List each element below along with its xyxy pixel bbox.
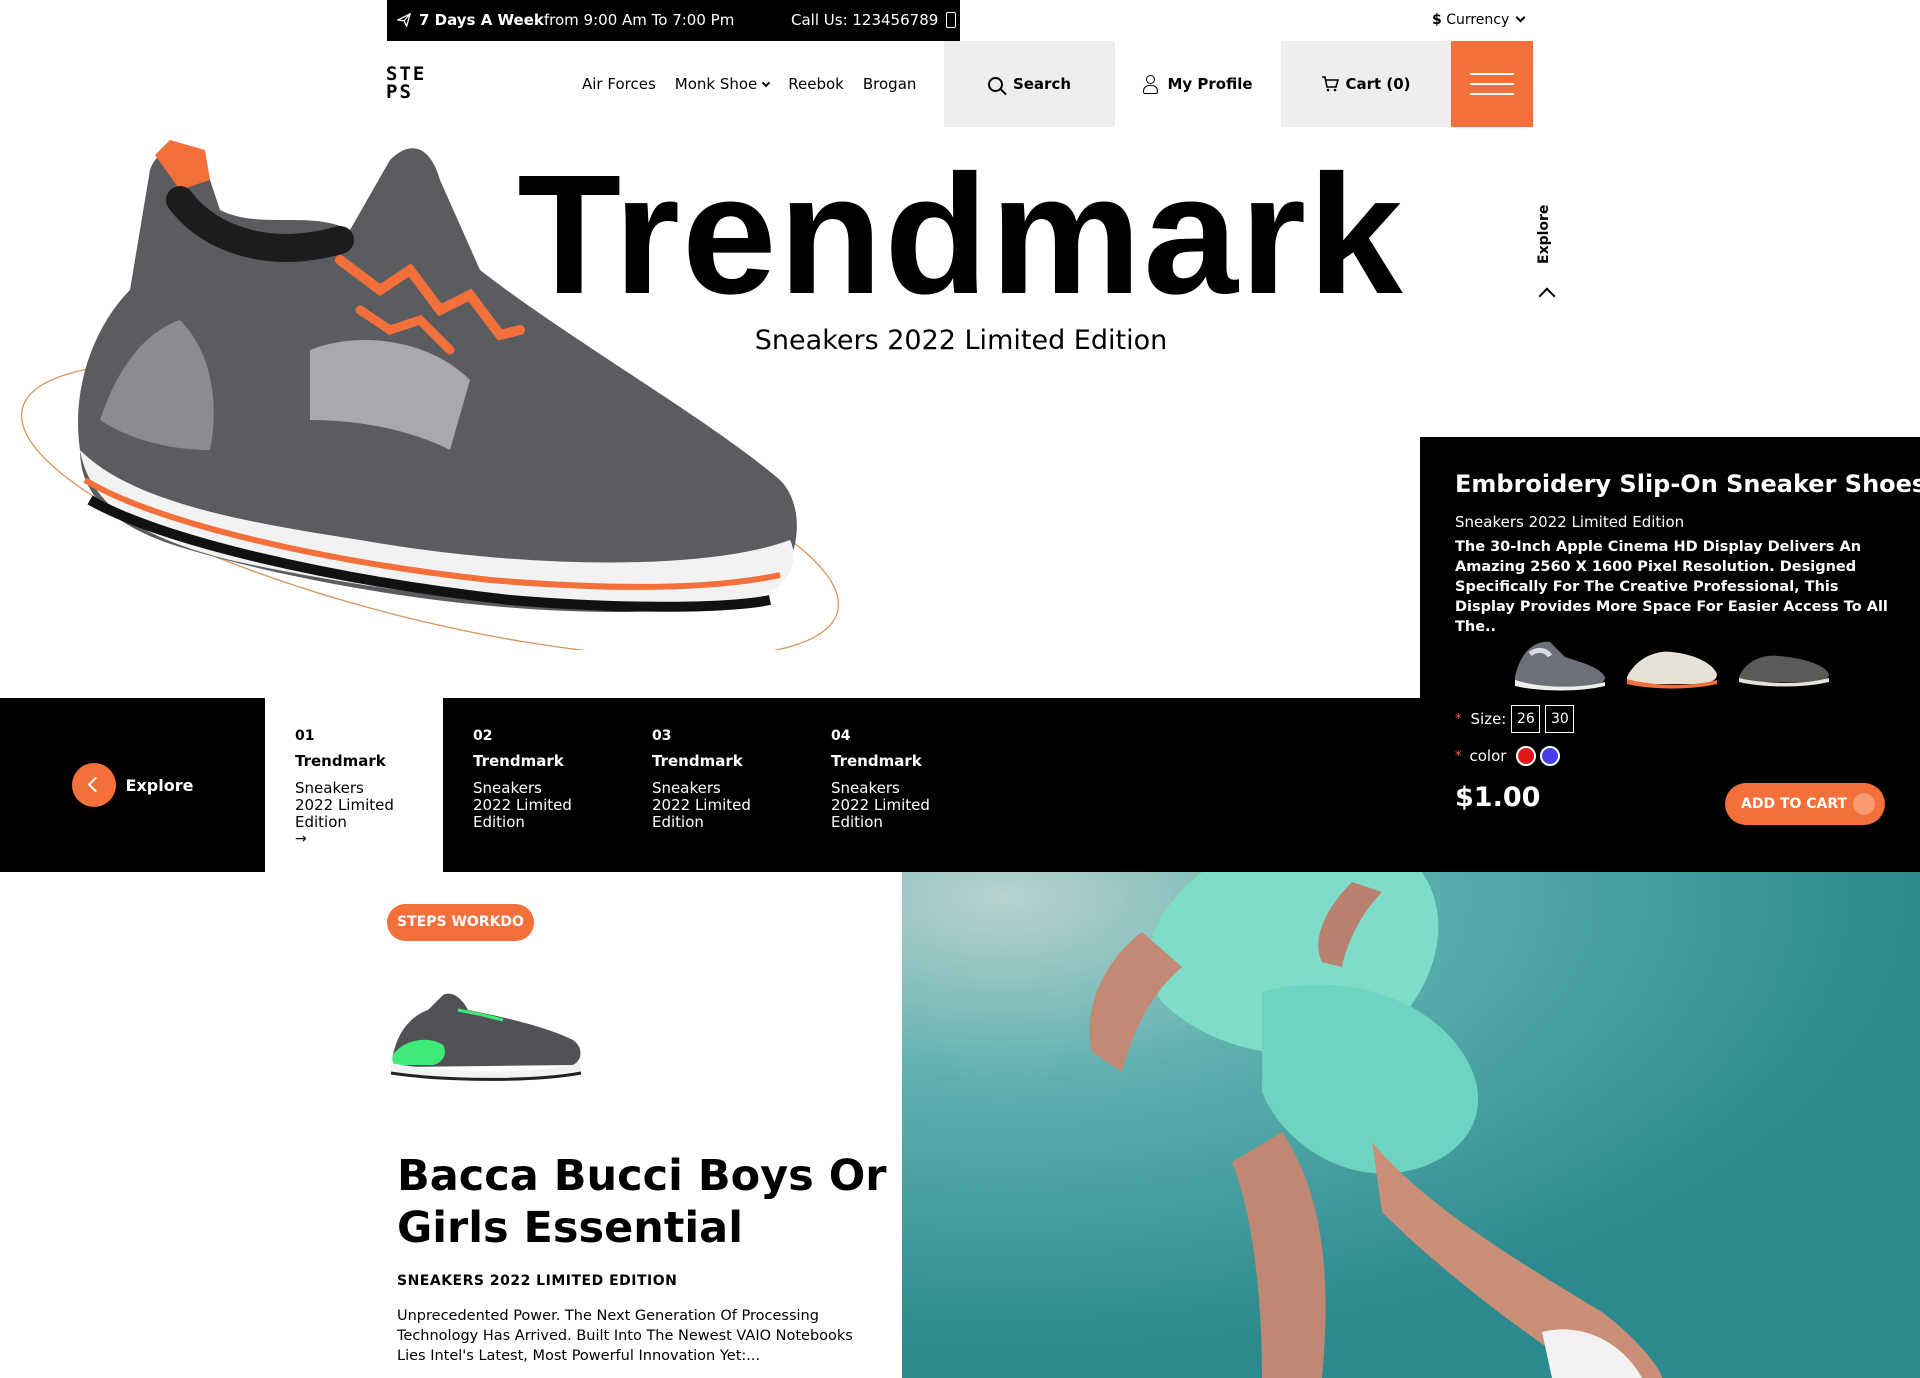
chevron-down-icon [762,78,771,88]
search-icon [987,76,1003,92]
logo[interactable]: STE PS [386,65,446,103]
slide-title: Trendmark [652,752,743,770]
product-thumbnail-1[interactable] [1510,632,1610,692]
nav-item-monk-shoe-label: Monk Shoe [674,75,758,93]
arrow-right-icon: → [295,831,307,847]
slide-tab-1[interactable]: 01 Trendmark Sneakers 2022 Limited Editi… [265,698,443,872]
color-label: color [1469,747,1507,765]
green-sneaker-image [390,993,582,1081]
cart-icon [1853,793,1875,815]
slide-description: Sneakers 2022 Limited Edition [652,779,751,831]
product-thumbnail-3[interactable] [1734,632,1834,692]
product-description: The 30-Inch Apple Cinema HD Display Deli… [1455,539,1888,635]
add-to-cart-button[interactable]: ADD TO CART [1725,783,1885,825]
product-price: $1.00 [1455,782,1541,813]
section-description: Unprecedented Power. The Next Generation… [397,1308,853,1364]
main-nav: Air Forces Monk Shoe Reebok Brogan [582,75,916,93]
nav-item-brogan[interactable]: Brogan [863,75,917,93]
nav-item-air-forces[interactable]: Air Forces [582,75,656,93]
explore-label: Explore [125,775,194,795]
phone-icon [946,12,957,28]
cart-label: Cart [1345,75,1382,93]
call-us[interactable]: Call Us: 123456789 [791,11,957,29]
explore-vertical-link[interactable]: Explore [1536,205,1552,264]
slide-number: 01 [295,728,315,744]
user-icon [1143,75,1159,94]
slide-tab-3[interactable]: 03 Trendmark Sneakers 2022 Limited Editi… [622,698,800,872]
cart-button[interactable]: Cart (0) [1281,41,1451,127]
slide-number: 04 [831,728,851,744]
product-subtitle: Sneakers 2022 Limited Edition [1455,513,1685,531]
color-selector: * color [1455,746,1561,766]
section-title: Bacca Bucci Boys Or Girls Essential [397,1151,887,1253]
section-subtitle: SNEAKERS 2022 LIMITED EDITION [397,1273,678,1289]
search-button[interactable]: Search [944,41,1115,127]
slide-description: Sneakers 2022 Limited Edition [473,779,572,831]
size-option[interactable]: 26 [1511,705,1541,733]
size-label: Size: [1470,710,1507,728]
cart-count: (0) [1386,75,1411,93]
hero-title: Trendmark [517,140,1405,330]
slide-title: Trendmark [295,752,386,770]
currency-label: Currency [1446,12,1510,28]
my-profile-label: My Profile [1167,75,1253,93]
slider-strip: Explore 01 Trendmark Sneakers 2022 Limit… [0,698,1420,872]
product-thumbnails [1510,632,1834,692]
color-swatch-blue[interactable] [1540,746,1561,766]
slide-number: 03 [652,728,672,744]
hours-days: 7 Days A Week [419,11,544,29]
product-panel: Embroidery Slip-On Sneaker Shoes Sneaker… [1420,437,1920,872]
opening-hours: 7 Days A Weekfrom 9:00 Am To 7:00 Pm [397,11,734,29]
required-mark: * [1455,748,1462,764]
fitness-model-photo [902,872,1920,1378]
brand-badge: STEPS WORKDO [387,904,534,941]
my-profile-button[interactable]: My Profile [1115,41,1281,127]
top-info-bar: 7 Days A Weekfrom 9:00 Am To 7:00 Pm Cal… [387,0,960,41]
slide-tab-2[interactable]: 02 Trendmark Sneakers 2022 Limited Editi… [443,698,621,872]
slide-title: Trendmark [831,752,922,770]
currency-symbol: $ [1432,12,1442,28]
search-label: Search [1012,75,1072,93]
cart-icon [1322,76,1340,92]
hamburger-menu-button[interactable] [1451,41,1533,127]
call-us-text: Call Us: 123456789 [791,11,939,29]
explore-button[interactable]: Explore [0,698,265,872]
nav-item-reebok[interactable]: Reebok [788,75,844,93]
chevron-left-icon [71,763,116,807]
paper-plane-icon [397,13,411,27]
slide-tab-4[interactable]: 04 Trendmark Sneakers 2022 Limited Editi… [801,698,979,872]
size-option[interactable]: 30 [1545,705,1575,733]
hamburger-line [1470,83,1514,85]
product-thumbnail-2[interactable] [1622,632,1722,692]
slide-number: 02 [473,728,493,744]
hamburger-line [1470,73,1514,75]
slide-description: Sneakers 2022 Limited Edition [831,779,930,831]
hero-subtitle: Sneakers 2022 Limited Edition [754,325,1168,356]
slide-description: Sneakers 2022 Limited Edition [295,779,394,831]
slide-title: Trendmark [473,752,564,770]
hamburger-line [1470,93,1514,95]
size-selector: * Size: 26 30 [1455,705,1575,733]
nav-item-monk-shoe[interactable]: Monk Shoe [674,75,771,93]
add-to-cart-label: ADD TO CART [1741,796,1848,812]
color-swatch-red[interactable] [1516,746,1537,766]
chevron-up-icon[interactable] [1538,287,1556,305]
currency-selector[interactable]: $ Currency [1432,12,1526,28]
hours-time: from 9:00 Am To 7:00 Pm [543,11,735,29]
logo-line-2: PS [386,81,413,103]
product-title[interactable]: Embroidery Slip-On Sneaker Shoes [1455,470,1920,498]
required-mark: * [1455,711,1462,727]
chevron-down-icon [1515,12,1526,23]
